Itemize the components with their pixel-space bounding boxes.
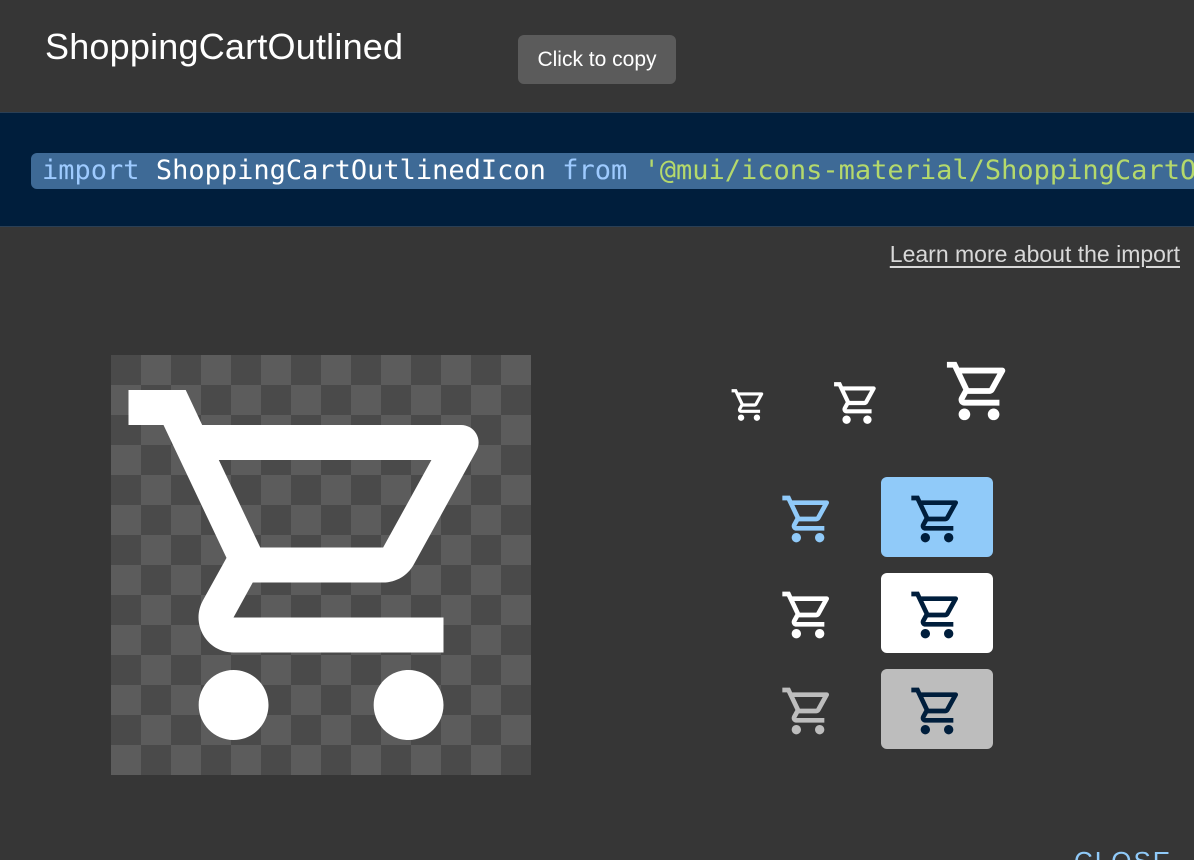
- disabled-background-swatch: [881, 669, 993, 749]
- from-keyword: from: [562, 155, 628, 186]
- dialog-header: ShoppingCartOutlined Click to copy: [0, 0, 1194, 112]
- icon-detail-dialog: ShoppingCartOutlined Click to copy impor…: [0, 0, 1194, 860]
- variant-row-primary: [780, 477, 1000, 557]
- variant-row-default: [780, 573, 1000, 653]
- shopping-cart-primary-icon: [782, 495, 830, 543]
- shopping-cart-large-icon: [946, 361, 1006, 421]
- import-statement[interactable]: import ShoppingCartOutlinedIcon from '@m…: [31, 153, 1194, 189]
- variant-row-disabled: [780, 669, 1000, 749]
- import-module-path: '@mui/icons-material/ShoppingCartOutline…: [643, 155, 1194, 186]
- primary-background-swatch: [881, 477, 993, 557]
- shopping-cart-on-grey-icon: [911, 687, 959, 735]
- shopping-cart-disabled-icon: [782, 687, 830, 735]
- icon-title[interactable]: ShoppingCartOutlined: [45, 26, 403, 68]
- shopping-cart-outlined-icon: [128, 390, 479, 740]
- import-keyword: import: [42, 155, 140, 186]
- import-code-block[interactable]: import ShoppingCartOutlinedIcon from '@m…: [0, 112, 1194, 227]
- copy-tooltip: Click to copy: [518, 35, 676, 84]
- shopping-cart-small-icon: [731, 389, 764, 421]
- shopping-cart-on-white-icon: [911, 591, 959, 639]
- learn-more-import-link[interactable]: Learn more about the import: [890, 241, 1180, 268]
- shopping-cart-on-primary-icon: [911, 495, 959, 543]
- shopping-cart-medium-icon: [834, 382, 876, 424]
- close-button[interactable]: CLOSE: [1074, 846, 1172, 860]
- default-background-swatch: [881, 573, 993, 653]
- shopping-cart-default-icon: [782, 591, 830, 639]
- import-identifier: ShoppingCartOutlinedIcon: [155, 155, 546, 186]
- icon-preview-canvas: [111, 355, 531, 775]
